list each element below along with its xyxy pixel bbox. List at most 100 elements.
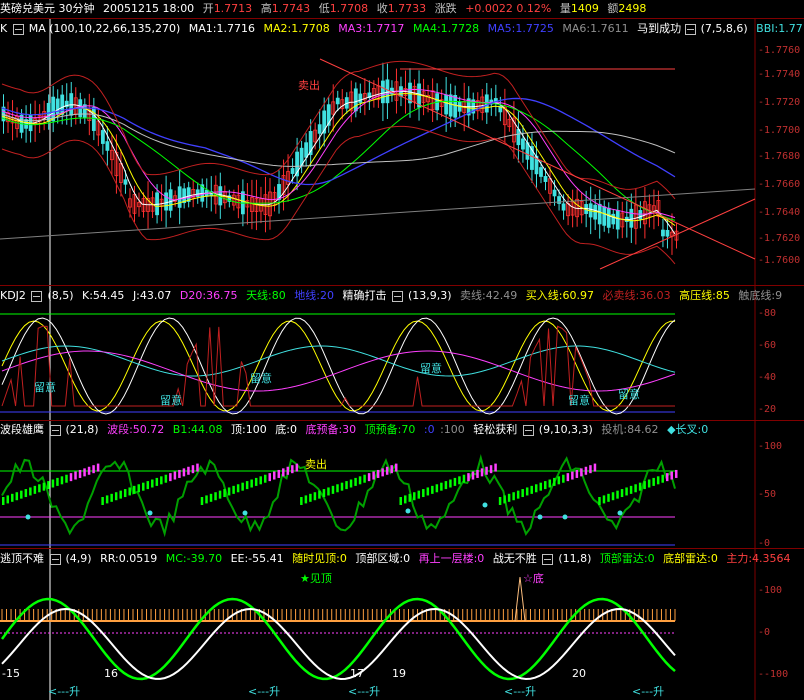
band-bar xyxy=(65,474,68,483)
band-chart[interactable] xyxy=(0,421,804,548)
candle-body xyxy=(606,207,611,228)
candle-body xyxy=(665,229,670,237)
candle-body xyxy=(561,203,566,211)
band-bar xyxy=(227,487,231,496)
collapse-icon[interactable] xyxy=(12,23,24,35)
ma4-value: MA4:1.7728 xyxy=(412,22,480,35)
open-value: 1.7713 xyxy=(213,2,253,15)
top-zone-value: 顶部区域:0 xyxy=(355,552,411,565)
band-eagle-pane[interactable]: 波段雄鹰 (21,8) 波段:50.72 B1:44.08 顶:100 底:0 … xyxy=(0,420,804,549)
axis-tick-label: -1.7620 xyxy=(758,233,801,244)
tian-line: 天线:80 xyxy=(246,289,286,302)
candle-body xyxy=(539,167,543,177)
long-cross-dot xyxy=(482,502,488,508)
band-bar xyxy=(571,471,574,480)
band-bar xyxy=(422,489,425,498)
band-bar xyxy=(476,469,479,478)
band-bar xyxy=(643,481,646,490)
mc-value: MC:-39.70 xyxy=(165,552,223,565)
band-bar xyxy=(110,493,113,502)
band-bar xyxy=(638,482,642,491)
candle-body xyxy=(353,88,358,112)
band-bar xyxy=(485,466,488,475)
must-sell-line: 必卖线:36.03 xyxy=(602,289,671,302)
invincible-name[interactable]: 战无不胜 xyxy=(493,551,537,567)
band-bar xyxy=(566,473,570,482)
kdj-pane[interactable]: KDJ2 (8,5) K:54.45 J:43.07 D20:36.75 天线:… xyxy=(0,285,804,420)
rise-mark-label: <---升 xyxy=(48,685,81,698)
axis-tick-label: -20 xyxy=(758,404,777,415)
candle-body xyxy=(335,97,340,105)
close-label: 收 xyxy=(376,2,388,15)
extra-indicator-name[interactable]: 轻松获利 xyxy=(473,422,517,438)
collapse-icon[interactable] xyxy=(391,290,403,302)
band-bar xyxy=(675,469,678,478)
ee-value: EE:-55.41 xyxy=(230,552,284,565)
bottom-radar-value: 底部雷达:0 xyxy=(663,552,718,565)
long-cross-value: ◆长叉:0 xyxy=(667,423,709,436)
band-bar xyxy=(259,476,262,485)
candle-body xyxy=(638,210,643,220)
collapse-icon[interactable] xyxy=(522,424,534,436)
rise-mark-label: <---升 xyxy=(632,685,665,698)
volume-label: 量 xyxy=(559,2,571,15)
collapse-icon[interactable] xyxy=(49,553,61,565)
collapse-icon[interactable] xyxy=(49,424,61,436)
bottom-star-annotation: ☆底 xyxy=(523,572,544,585)
extra-params: (13,9,3) xyxy=(407,289,452,302)
band-bar xyxy=(87,466,91,475)
candle-body xyxy=(182,188,187,204)
axis-tick-label: -40 xyxy=(758,372,777,383)
band-bar xyxy=(403,495,407,504)
symbol-title: 英磅兑美元 30分钟 xyxy=(0,2,95,15)
extra-indicator-name[interactable]: 马到成功 xyxy=(637,21,681,37)
band-value: 波段:50.72 xyxy=(107,423,165,436)
band-bar xyxy=(376,469,380,478)
band-bar xyxy=(182,468,186,477)
escape-name[interactable]: 逃顶不难 xyxy=(0,551,44,567)
collapse-icon[interactable] xyxy=(542,553,554,565)
candle-body xyxy=(82,104,87,119)
collapse-icon[interactable] xyxy=(684,23,696,35)
band-bar xyxy=(114,492,118,501)
band-bar xyxy=(512,492,515,501)
escape-top-pane[interactable]: 逃顶不难 (4,9) RR:0.0519 MC:-39.70 EE:-55.41… xyxy=(0,548,804,700)
kline-chart[interactable] xyxy=(0,19,804,285)
candle-body xyxy=(177,186,182,208)
band-bar xyxy=(92,465,95,474)
extra-indicator-name[interactable]: 精确打击 xyxy=(342,288,386,304)
band-bar xyxy=(345,481,348,490)
candle-body xyxy=(552,189,557,197)
band-bar xyxy=(498,497,502,505)
datetime: 20051215 18:00 xyxy=(103,2,195,15)
kdj-chart[interactable] xyxy=(0,286,804,420)
band-bar xyxy=(647,479,651,488)
band-bar xyxy=(480,468,484,477)
band-bar xyxy=(349,479,353,488)
band-bar xyxy=(142,482,145,491)
collapse-icon[interactable] xyxy=(31,290,43,302)
high-press-line: 高压线:85 xyxy=(679,289,730,302)
band-bar xyxy=(548,479,552,488)
band-bar xyxy=(553,477,556,486)
band-name[interactable]: 波段雄鹰 xyxy=(0,422,44,438)
band-bar xyxy=(521,489,524,498)
candle-body xyxy=(100,130,105,144)
kdj-name[interactable]: KDJ2 xyxy=(0,288,26,304)
band-bar xyxy=(539,482,542,491)
band-bar xyxy=(60,476,64,485)
date-tick-label: 20 xyxy=(572,667,586,680)
d20-value: D20:36.75 xyxy=(179,289,238,302)
long-cross-dot xyxy=(617,510,623,516)
band-bar xyxy=(6,495,10,504)
band-bar xyxy=(562,474,565,483)
band-bar xyxy=(105,495,109,504)
band-bar xyxy=(214,492,217,501)
ma-indicator-name[interactable]: MA xyxy=(29,21,46,37)
axis-tick-label: -1.7720 xyxy=(758,97,801,108)
candle-body xyxy=(381,80,385,104)
band-bar xyxy=(200,497,204,505)
high-label: 高 xyxy=(260,2,272,15)
band-indicator-header: 波段雄鹰 (21,8) 波段:50.72 B1:44.08 顶:100 底:0 … xyxy=(0,422,804,440)
kline-pane[interactable]: K MA (100,10,22,66,135,270) MA1:1.7716 M… xyxy=(0,18,804,285)
